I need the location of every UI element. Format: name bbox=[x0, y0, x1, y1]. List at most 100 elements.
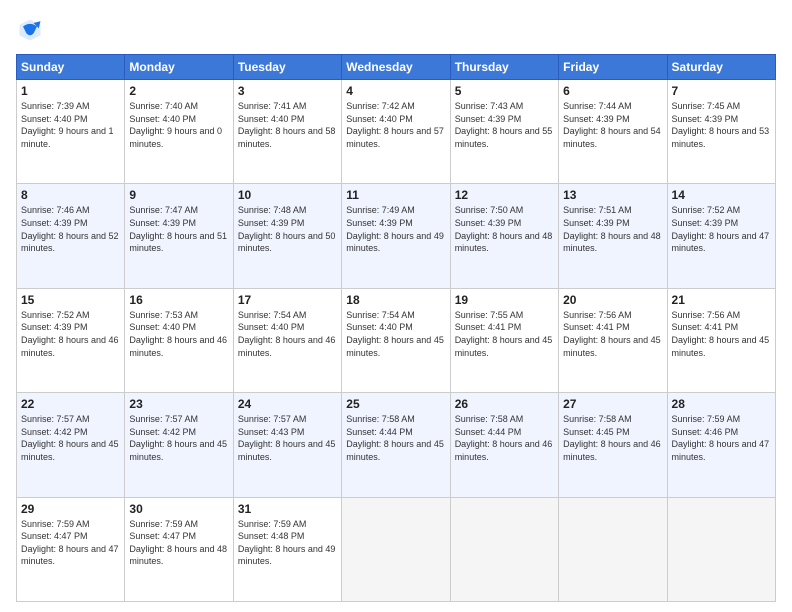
day-number: 13 bbox=[563, 188, 662, 202]
calendar-cell: 8Sunrise: 7:46 AMSunset: 4:39 PMDaylight… bbox=[17, 184, 125, 288]
day-info: Sunrise: 7:59 AMSunset: 4:48 PMDaylight:… bbox=[238, 518, 337, 568]
col-header-friday: Friday bbox=[559, 55, 667, 80]
day-info: Sunrise: 7:56 AMSunset: 4:41 PMDaylight:… bbox=[672, 309, 771, 359]
day-number: 20 bbox=[563, 293, 662, 307]
day-info: Sunrise: 7:57 AMSunset: 4:42 PMDaylight:… bbox=[21, 413, 120, 463]
calendar-cell: 7 Sunrise: 7:45 AMSunset: 4:39 PMDaylight… bbox=[667, 80, 775, 184]
day-info: Sunrise: 7:52 AMSunset: 4:39 PMDaylight:… bbox=[21, 309, 120, 359]
day-info: Sunrise: 7:44 AMSunset: 4:39 PMDaylight:… bbox=[563, 100, 662, 150]
calendar-cell: 24 Sunrise: 7:57 AMSunset: 4:43 PMDayligh… bbox=[233, 393, 341, 497]
calendar-cell: 30Sunrise: 7:59 AMSunset: 4:47 PMDayligh… bbox=[125, 497, 233, 601]
day-number: 4 bbox=[346, 84, 445, 98]
calendar-cell: 4 Sunrise: 7:42 AMSunset: 4:40 PMDaylight… bbox=[342, 80, 450, 184]
calendar-week-row: 1Sunrise: 7:39 AMSunset: 4:40 PMDaylight… bbox=[17, 80, 776, 184]
day-number: 19 bbox=[455, 293, 554, 307]
day-number: 6 bbox=[563, 84, 662, 98]
calendar-cell: 23 Sunrise: 7:57 AMSunset: 4:42 PMDayligh… bbox=[125, 393, 233, 497]
day-info: Sunrise: 7:58 AMSunset: 4:44 PMDaylight:… bbox=[346, 413, 445, 463]
calendar-cell: 26 Sunrise: 7:58 AMSunset: 4:44 PMDayligh… bbox=[450, 393, 558, 497]
calendar-cell: 25Sunrise: 7:58 AMSunset: 4:44 PMDayligh… bbox=[342, 393, 450, 497]
day-info: Sunrise: 7:56 AMSunset: 4:41 PMDaylight:… bbox=[563, 309, 662, 359]
calendar-cell: 1Sunrise: 7:39 AMSunset: 4:40 PMDaylight… bbox=[17, 80, 125, 184]
day-number: 24 bbox=[238, 397, 337, 411]
day-number: 18 bbox=[346, 293, 445, 307]
calendar-cell: 6 Sunrise: 7:44 AMSunset: 4:39 PMDaylight… bbox=[559, 80, 667, 184]
calendar-cell: 29Sunrise: 7:59 AMSunset: 4:47 PMDayligh… bbox=[17, 497, 125, 601]
day-number: 8 bbox=[21, 188, 120, 202]
calendar-table: SundayMondayTuesdayWednesdayThursdayFrid… bbox=[16, 54, 776, 602]
day-info: Sunrise: 7:39 AMSunset: 4:40 PMDaylight:… bbox=[21, 100, 120, 150]
day-info: Sunrise: 7:47 AMSunset: 4:39 PMDaylight:… bbox=[129, 204, 228, 254]
calendar-cell: 19 Sunrise: 7:55 AMSunset: 4:41 PMDayligh… bbox=[450, 288, 558, 392]
calendar-cell bbox=[450, 497, 558, 601]
day-info: Sunrise: 7:42 AMSunset: 4:40 PMDaylight:… bbox=[346, 100, 445, 150]
day-number: 11 bbox=[346, 188, 445, 202]
day-info: Sunrise: 7:54 AMSunset: 4:40 PMDaylight:… bbox=[238, 309, 337, 359]
col-header-saturday: Saturday bbox=[667, 55, 775, 80]
day-number: 5 bbox=[455, 84, 554, 98]
day-number: 17 bbox=[238, 293, 337, 307]
day-number: 2 bbox=[129, 84, 228, 98]
calendar-cell: 20 Sunrise: 7:56 AMSunset: 4:41 PMDayligh… bbox=[559, 288, 667, 392]
calendar-cell: 10Sunrise: 7:48 AMSunset: 4:39 PMDayligh… bbox=[233, 184, 341, 288]
day-number: 10 bbox=[238, 188, 337, 202]
calendar-cell: 27 Sunrise: 7:58 AMSunset: 4:45 PMDayligh… bbox=[559, 393, 667, 497]
calendar-cell: 3 Sunrise: 7:41 AMSunset: 4:40 PMDaylight… bbox=[233, 80, 341, 184]
day-number: 23 bbox=[129, 397, 228, 411]
day-info: Sunrise: 7:50 AMSunset: 4:39 PMDaylight:… bbox=[455, 204, 554, 254]
day-number: 15 bbox=[21, 293, 120, 307]
calendar-cell: 28Sunrise: 7:59 AMSunset: 4:46 PMDayligh… bbox=[667, 393, 775, 497]
day-info: Sunrise: 7:59 AMSunset: 4:46 PMDaylight:… bbox=[672, 413, 771, 463]
calendar-cell bbox=[559, 497, 667, 601]
col-header-tuesday: Tuesday bbox=[233, 55, 341, 80]
calendar-week-row: 22 Sunrise: 7:57 AMSunset: 4:42 PMDayligh… bbox=[17, 393, 776, 497]
calendar-cell: 22 Sunrise: 7:57 AMSunset: 4:42 PMDayligh… bbox=[17, 393, 125, 497]
page-container: SundayMondayTuesdayWednesdayThursdayFrid… bbox=[0, 0, 792, 612]
col-header-wednesday: Wednesday bbox=[342, 55, 450, 80]
calendar-cell: 17 Sunrise: 7:54 AMSunset: 4:40 PMDayligh… bbox=[233, 288, 341, 392]
calendar-cell: 16Sunrise: 7:53 AMSunset: 4:40 PMDayligh… bbox=[125, 288, 233, 392]
calendar-cell: 14Sunrise: 7:52 AMSunset: 4:39 PMDayligh… bbox=[667, 184, 775, 288]
calendar-cell: 5 Sunrise: 7:43 AMSunset: 4:39 PMDaylight… bbox=[450, 80, 558, 184]
day-info: Sunrise: 7:57 AMSunset: 4:43 PMDaylight:… bbox=[238, 413, 337, 463]
day-info: Sunrise: 7:49 AMSunset: 4:39 PMDaylight:… bbox=[346, 204, 445, 254]
day-info: Sunrise: 7:58 AMSunset: 4:44 PMDaylight:… bbox=[455, 413, 554, 463]
day-number: 22 bbox=[21, 397, 120, 411]
day-info: Sunrise: 7:40 AMSunset: 4:40 PMDaylight:… bbox=[129, 100, 228, 150]
day-number: 9 bbox=[129, 188, 228, 202]
day-info: Sunrise: 7:51 AMSunset: 4:39 PMDaylight:… bbox=[563, 204, 662, 254]
day-number: 14 bbox=[672, 188, 771, 202]
day-info: Sunrise: 7:41 AMSunset: 4:40 PMDaylight:… bbox=[238, 100, 337, 150]
calendar-cell: 18 Sunrise: 7:54 AMSunset: 4:40 PMDayligh… bbox=[342, 288, 450, 392]
calendar-cell: 11 Sunrise: 7:49 AMSunset: 4:39 PMDayligh… bbox=[342, 184, 450, 288]
calendar-week-row: 8Sunrise: 7:46 AMSunset: 4:39 PMDaylight… bbox=[17, 184, 776, 288]
calendar-cell: 13 Sunrise: 7:51 AMSunset: 4:39 PMDayligh… bbox=[559, 184, 667, 288]
day-info: Sunrise: 7:59 AMSunset: 4:47 PMDaylight:… bbox=[129, 518, 228, 568]
day-info: Sunrise: 7:45 AMSunset: 4:39 PMDaylight:… bbox=[672, 100, 771, 150]
header bbox=[16, 16, 776, 44]
day-number: 27 bbox=[563, 397, 662, 411]
day-number: 29 bbox=[21, 502, 120, 516]
col-header-thursday: Thursday bbox=[450, 55, 558, 80]
day-number: 16 bbox=[129, 293, 228, 307]
col-header-sunday: Sunday bbox=[17, 55, 125, 80]
day-number: 26 bbox=[455, 397, 554, 411]
day-number: 7 bbox=[672, 84, 771, 98]
day-info: Sunrise: 7:58 AMSunset: 4:45 PMDaylight:… bbox=[563, 413, 662, 463]
day-info: Sunrise: 7:43 AMSunset: 4:39 PMDaylight:… bbox=[455, 100, 554, 150]
calendar-cell: 2 Sunrise: 7:40 AMSunset: 4:40 PMDaylight… bbox=[125, 80, 233, 184]
calendar-cell: 31 Sunrise: 7:59 AMSunset: 4:48 PMDayligh… bbox=[233, 497, 341, 601]
day-number: 31 bbox=[238, 502, 337, 516]
day-info: Sunrise: 7:54 AMSunset: 4:40 PMDaylight:… bbox=[346, 309, 445, 359]
calendar-week-row: 29 Sunrise: 7:59 AMSunset: 4:47 PMDayligh… bbox=[17, 497, 776, 601]
day-info: Sunrise: 7:57 AMSunset: 4:42 PMDaylight:… bbox=[129, 413, 228, 463]
day-info: Sunrise: 7:55 AMSunset: 4:41 PMDaylight:… bbox=[455, 309, 554, 359]
calendar-cell: 12 Sunrise: 7:50 AMSunset: 4:39 PMDayligh… bbox=[450, 184, 558, 288]
calendar-cell: 15 Sunrise: 7:52 AMSunset: 4:39 PMDayligh… bbox=[17, 288, 125, 392]
day-number: 12 bbox=[455, 188, 554, 202]
calendar-cell bbox=[667, 497, 775, 601]
calendar-week-row: 15 Sunrise: 7:52 AMSunset: 4:39 PMDayligh… bbox=[17, 288, 776, 392]
calendar-cell bbox=[342, 497, 450, 601]
day-number: 3 bbox=[238, 84, 337, 98]
logo bbox=[16, 16, 48, 44]
